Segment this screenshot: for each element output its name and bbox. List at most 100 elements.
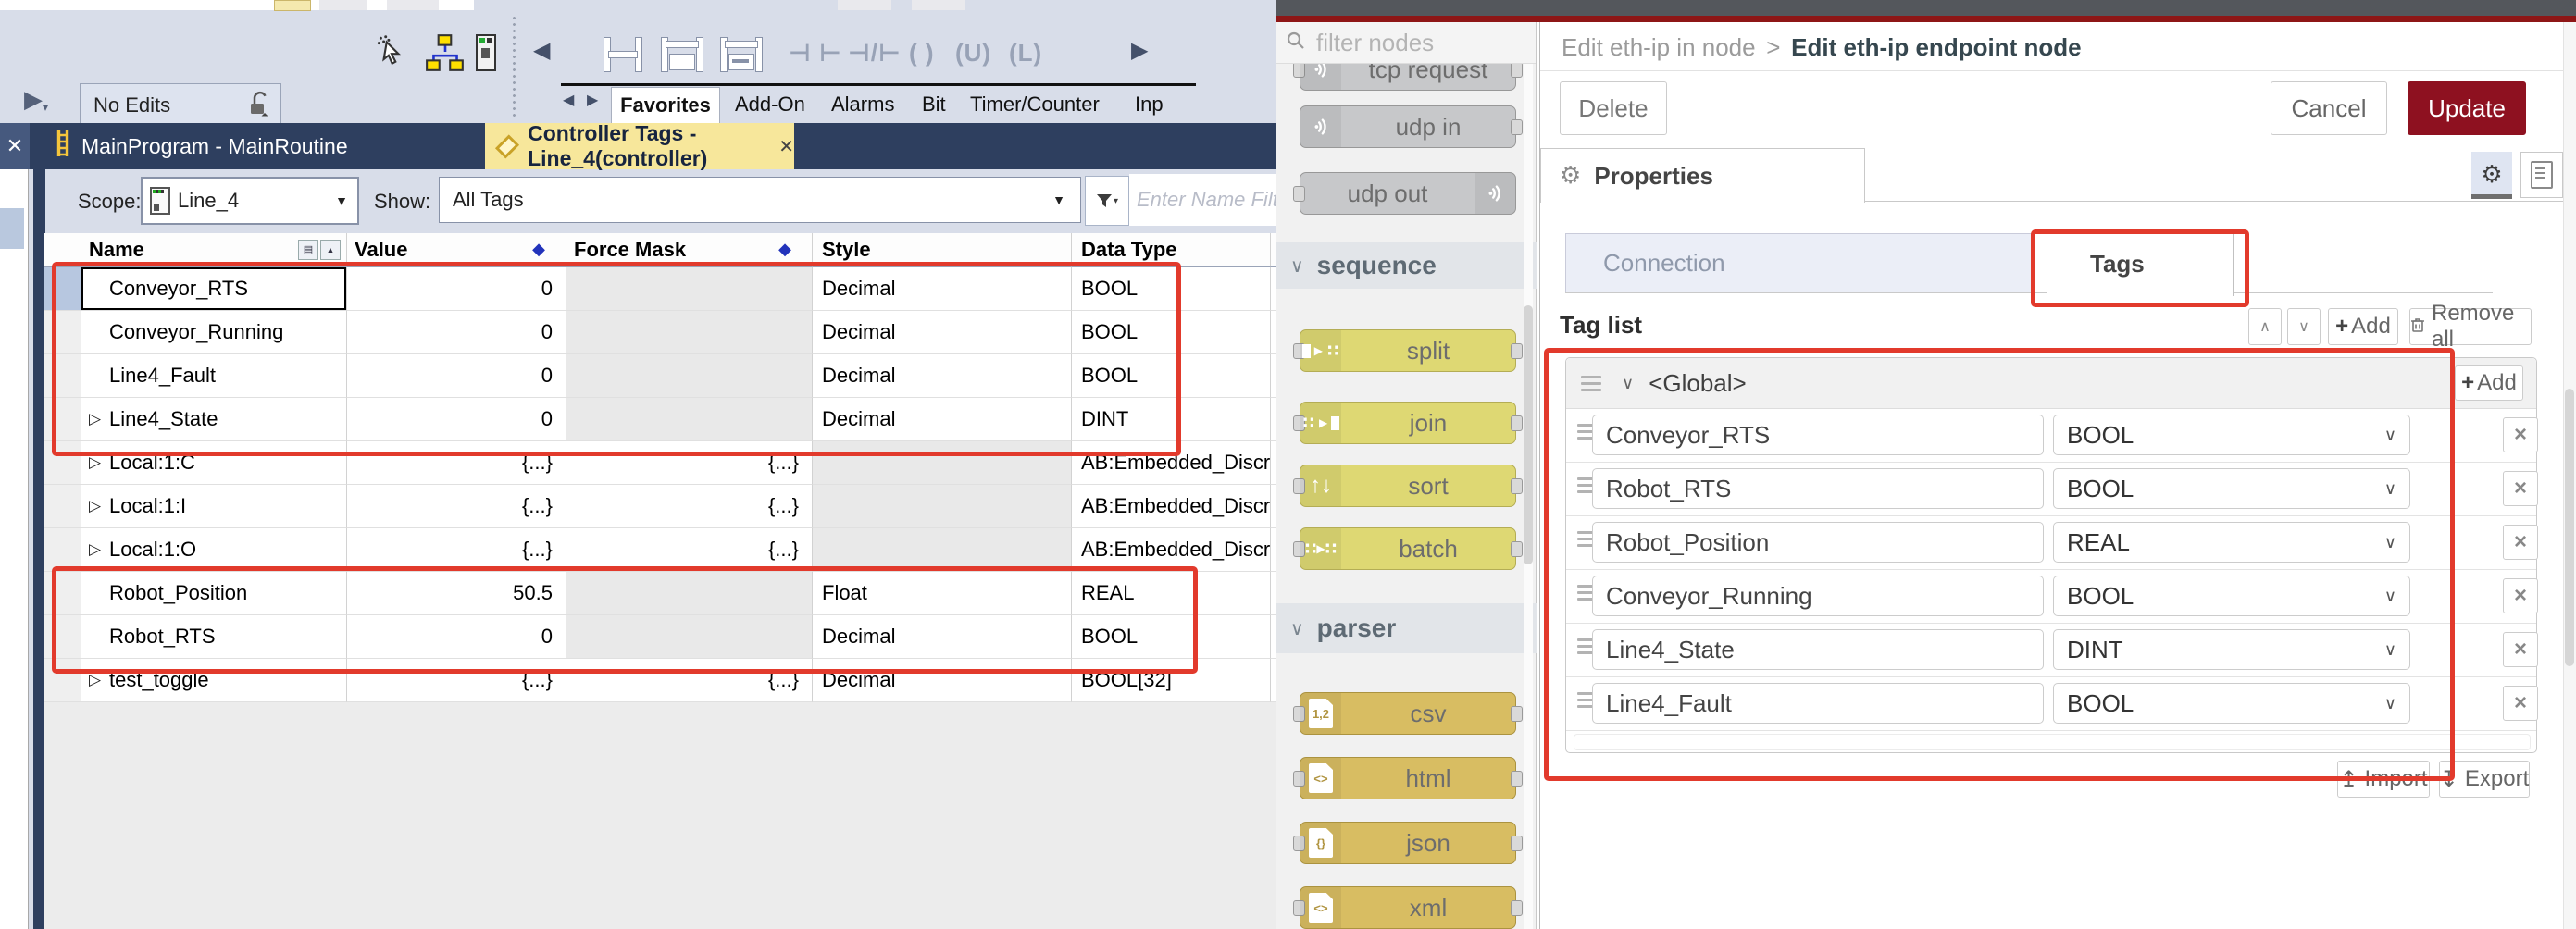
tag-datatype-cell[interactable]: AB:Embedded_Discre... xyxy=(1072,485,1271,528)
tag-style-cell[interactable]: Decimal xyxy=(813,354,1072,398)
tag-name-cell[interactable]: ▷test_toggle xyxy=(81,659,347,702)
tag-value-cell[interactable]: {...} xyxy=(347,441,566,485)
remove-tag-button[interactable]: × xyxy=(2503,632,2538,667)
tag-forcemask-cell[interactable]: {...} xyxy=(566,659,813,702)
row-gutter[interactable] xyxy=(44,398,81,441)
tag-name-cell[interactable]: ▷Local:1:C xyxy=(81,441,347,485)
instruction-tab-addon[interactable]: Add-On xyxy=(735,93,805,117)
tag-datatype-cell[interactable]: DINT xyxy=(1072,398,1271,441)
row-gutter[interactable] xyxy=(44,659,81,702)
toolbar-drag-handle[interactable] xyxy=(511,15,518,120)
tag-name-input[interactable] xyxy=(1592,522,2044,563)
close-tab-icon[interactable]: ✕ xyxy=(778,135,794,158)
drag-handle-icon[interactable] xyxy=(1581,376,1601,391)
node-output-port[interactable] xyxy=(1511,836,1523,851)
column-options-icon[interactable]: ▤ xyxy=(298,240,318,260)
row-gutter[interactable] xyxy=(44,615,81,659)
toolbar-scroll-right-icon[interactable]: ▶ xyxy=(1131,37,1148,64)
network-browse-icon[interactable] xyxy=(424,33,467,77)
palette-node-csv[interactable]: 1,2 csv xyxy=(1300,692,1516,735)
tag-name-cell[interactable]: Robot_RTS xyxy=(81,615,347,659)
node-output-port[interactable] xyxy=(1511,343,1523,359)
add-tag-button[interactable]: +Add xyxy=(2328,308,2398,345)
rung-branch-level-button[interactable] xyxy=(716,30,765,78)
tag-group-header[interactable]: ∨ <Global> +Add xyxy=(1566,358,2536,409)
table-row[interactable]: ▷Local:1:I {...} {...} AB:Embedded_Discr… xyxy=(44,485,1276,528)
force-monitor-icon[interactable]: ◆ xyxy=(778,240,791,259)
palette-node-join[interactable]: ∷ ▶ join xyxy=(1300,402,1516,444)
tabs-scroll-right-icon[interactable]: ▶ xyxy=(587,91,598,109)
group-add-button[interactable]: +Add xyxy=(2455,365,2523,401)
instruction-tab-timercounter[interactable]: Timer/Counter xyxy=(970,93,1100,117)
tag-value-cell[interactable]: {...} xyxy=(347,659,566,702)
expand-icon[interactable]: ▷ xyxy=(89,410,101,428)
remove-all-button[interactable]: Remove all xyxy=(2409,308,2532,345)
tag-type-select[interactable]: BOOL∨ xyxy=(2053,415,2410,455)
table-row[interactable]: Robot_RTS 0 Decimal BOOL xyxy=(44,615,1276,659)
palette-section-parser[interactable]: ∨ parser xyxy=(1276,603,1537,653)
tag-forcemask-cell[interactable]: {...} xyxy=(566,528,813,572)
column-header-name[interactable]: Name ▤▲ xyxy=(81,233,347,267)
table-row[interactable]: ▷Local:1:O {...} {...} AB:Embedded_Discr… xyxy=(44,528,1276,572)
table-row[interactable]: Conveyor_Running 0 Decimal BOOL xyxy=(44,311,1276,354)
tag-datatype-cell[interactable]: BOOL[32] xyxy=(1072,659,1271,702)
description-doc-button[interactable] xyxy=(2520,152,2563,198)
tab-tags[interactable]: Tags xyxy=(2047,231,2234,296)
tag-forcemask-cell[interactable]: {...} xyxy=(566,485,813,528)
instruction-tab-alarms[interactable]: Alarms xyxy=(831,93,894,117)
tag-datatype-cell[interactable]: BOOL xyxy=(1072,354,1271,398)
row-gutter[interactable] xyxy=(44,485,81,528)
tab-properties[interactable]: ⚙ Properties xyxy=(1540,148,1865,203)
export-button[interactable]: ↧Export xyxy=(2439,761,2530,798)
node-input-port[interactable] xyxy=(1293,186,1305,202)
palette-node-udp-out[interactable]: udp out xyxy=(1300,172,1516,215)
column-header-style[interactable]: Style xyxy=(813,233,1072,267)
unlock-icon[interactable] xyxy=(247,90,271,122)
scrollbar-thumb[interactable] xyxy=(2565,389,2574,666)
tag-name-cell[interactable]: Conveyor_RTS xyxy=(81,267,347,311)
name-filter-input[interactable] xyxy=(1129,174,1283,226)
coil-ote-icon[interactable]: ( ) xyxy=(909,39,935,68)
tag-datatype-cell[interactable]: AB:Embedded_Discre... xyxy=(1072,528,1271,572)
palette-node-json[interactable]: {} json xyxy=(1300,822,1516,864)
tag-style-cell[interactable]: Decimal xyxy=(813,659,1072,702)
tag-value-cell[interactable]: 0 xyxy=(347,398,566,441)
table-row[interactable]: ▷Local:1:C {...} {...} AB:Embedded_Discr… xyxy=(44,441,1276,485)
palette-node-split[interactable]: ▶ ∷ split xyxy=(1300,329,1516,372)
tag-datatype-cell[interactable]: BOOL xyxy=(1072,267,1271,311)
sort-asc-icon[interactable]: ▲ xyxy=(320,240,341,260)
tag-name-input[interactable] xyxy=(1592,683,2044,724)
contact-xio-icon[interactable]: ⊣/⊢ xyxy=(848,39,902,68)
edit-form-toggle-button[interactable]: ⚙ xyxy=(2471,152,2512,198)
expand-icon[interactable]: ▷ xyxy=(89,671,101,689)
tag-datatype-cell[interactable]: BOOL xyxy=(1072,311,1271,354)
value-monitor-icon[interactable]: ◆ xyxy=(532,240,545,259)
tag-name-cell[interactable]: ▷Line4_State xyxy=(81,398,347,441)
row-gutter[interactable] xyxy=(44,311,81,354)
move-up-button[interactable]: ∧ xyxy=(2248,308,2282,345)
palette-node-xml[interactable]: <> xml xyxy=(1300,886,1516,929)
tag-name-cell[interactable]: Conveyor_Running xyxy=(81,311,347,354)
table-row[interactable]: Conveyor_RTS 0 Decimal BOOL xyxy=(44,267,1276,311)
scope-dropdown[interactable]: Line_4 ▼ xyxy=(141,177,359,225)
node-output-port[interactable] xyxy=(1511,900,1523,916)
node-output-port[interactable] xyxy=(1511,62,1523,78)
tag-value-cell[interactable]: 0 xyxy=(347,311,566,354)
coil-otl-icon[interactable]: (L) xyxy=(1009,39,1042,68)
tag-datatype-cell[interactable]: AB:Embedded_Discre... xyxy=(1072,441,1271,485)
palette-scrollbar[interactable] xyxy=(1524,63,1533,929)
column-header-datatype[interactable]: Data Type xyxy=(1072,233,1271,267)
row-gutter[interactable] xyxy=(44,267,81,311)
tag-name-cell[interactable]: Robot_Position xyxy=(81,572,347,615)
filter-funnel-button[interactable]: ▾ xyxy=(1085,176,1129,226)
remove-tag-button[interactable]: × xyxy=(2503,686,2538,721)
update-button[interactable]: Update xyxy=(2408,81,2526,135)
remove-tag-button[interactable]: × xyxy=(2503,578,2538,613)
doc-tab-mainroutine[interactable]: MainProgram - MainRoutine xyxy=(56,123,348,169)
tag-datatype-cell[interactable]: BOOL xyxy=(1072,615,1271,659)
tag-datatype-cell[interactable]: REAL xyxy=(1072,572,1271,615)
node-output-port[interactable] xyxy=(1511,541,1523,557)
tab-connection[interactable]: Connection xyxy=(1565,233,2034,293)
rung-branch-button[interactable] xyxy=(657,30,705,78)
coil-otu-icon[interactable]: (U) xyxy=(955,39,991,68)
